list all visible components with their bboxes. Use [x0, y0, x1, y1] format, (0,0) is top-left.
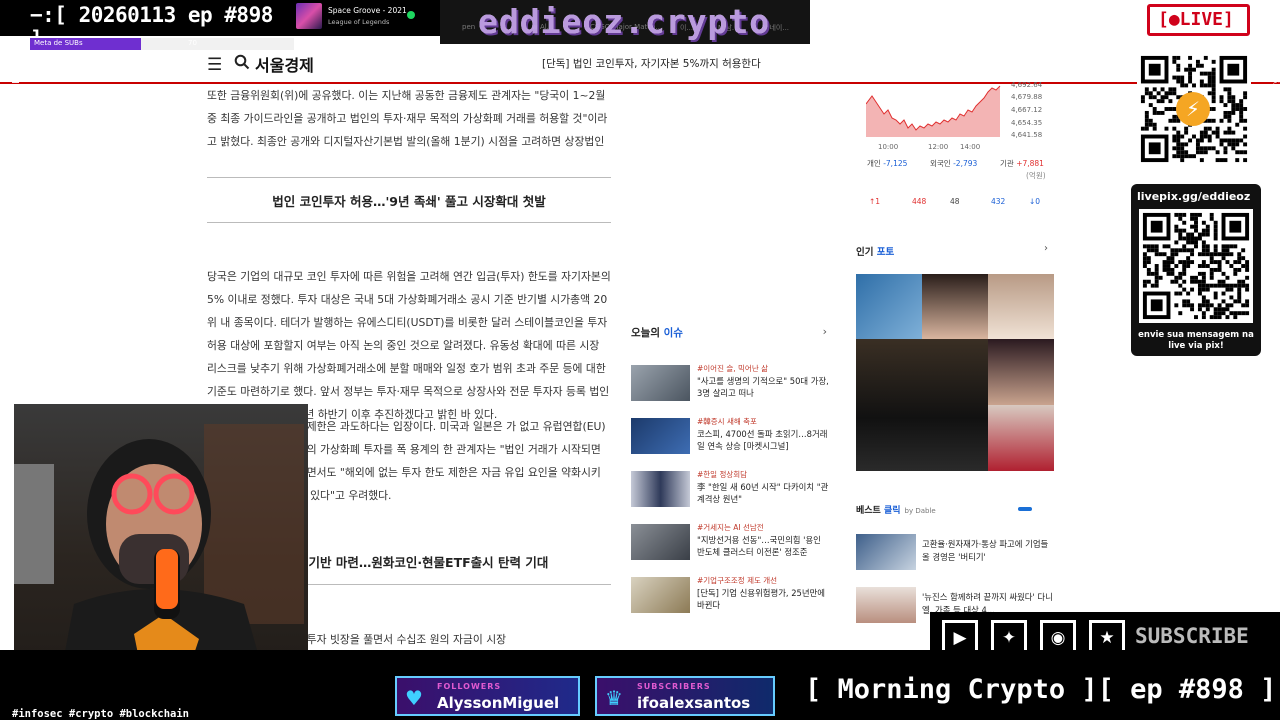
issue-tag: #韓증시 새해 축포: [697, 417, 757, 426]
unit-label: (억원): [1026, 171, 1046, 180]
issue-thumbnail: [631, 577, 690, 613]
y-tick-label: 4,667.12: [1011, 106, 1043, 114]
livepix-panel: livepix.gg/eddieoz envie sua mensagem na…: [1131, 184, 1261, 356]
issue-tag: #기업구조조정 제도 개선: [697, 576, 778, 585]
photo-thumbnail[interactable]: [856, 274, 922, 339]
issue-tag: #이어진 슬, 믹어난 삶: [697, 364, 769, 373]
playing-indicator-icon: [407, 11, 415, 19]
menu-icon[interactable]: ☰: [207, 55, 222, 75]
chevron-right-icon[interactable]: ›: [823, 325, 827, 338]
y-tick-label: 4,679.88: [1011, 93, 1043, 101]
sub-goal-label: Meta de SUBs: [34, 39, 83, 47]
qr-code: [1139, 209, 1253, 323]
right-sidebar: 4,692.64 4,679.88 4,667.12 4,654.35 4,64…: [846, 81, 1064, 650]
investor-institution: 기관 +7,881: [1000, 159, 1044, 168]
investor-individual: 개인 -7,125: [867, 159, 908, 168]
lightning-icon: ⚡: [1176, 92, 1210, 126]
chevron-right-icon[interactable]: ›: [1044, 243, 1048, 254]
site-logo[interactable]: 서울경제: [255, 52, 314, 76]
issue-item[interactable]: #韓증시 새해 축포 코스피, 4700선 돌파 초읽기…8거래일 연속 상승 …: [631, 416, 831, 466]
hashtags: #infosec #crypto #blockchain: [12, 708, 190, 720]
issue-tag: #거세지는 AI 선남전: [697, 523, 764, 532]
sub-goal-bar: Meta de SUBs 70: [30, 38, 294, 50]
divider: [207, 222, 611, 223]
y-tick-label: 4,641.58: [1011, 131, 1043, 139]
browser-tab[interactable]: pen: [462, 23, 475, 31]
livepix-url: livepix.gg/eddieoz: [1137, 190, 1251, 203]
song-artist: League of Legends: [328, 18, 390, 26]
photo-thumbnail[interactable]: [988, 274, 1054, 339]
index-chart: [866, 85, 1001, 137]
issue-text: 李 "한일 새 60년 시작" 다카이치 "관계격상 원년": [697, 482, 829, 504]
divider: [207, 177, 611, 178]
unchanged-count: 48: [950, 197, 960, 206]
photo-thumbnail[interactable]: '케데헌' 美 골든글로브 2관왕: [856, 339, 988, 516]
photo-thumbnail[interactable]: [988, 405, 1054, 471]
issue-item[interactable]: #이어진 슬, 믹어난 삶 "사고를 생명의 기적으로" 50대 가장, 3명 …: [631, 363, 831, 413]
best-thumbnail: [856, 587, 916, 623]
now-playing: Space Groove - 2021 League of Legends: [290, 0, 440, 36]
kospi-widget: 4,692.64 4,679.88 4,667.12 4,654.35 4,64…: [846, 81, 1064, 209]
episode-bar: −:[ 20260113 ep #898 ]: [0, 0, 290, 51]
issue-thumbnail: [631, 365, 690, 401]
upper-limit-count: ↑1: [869, 197, 881, 206]
x-tick-label: 12:00: [928, 143, 949, 151]
subscribe-label: SUBSCRIBE: [1135, 624, 1249, 648]
stream-brand-logo: eddieoz.crypto: [478, 2, 771, 41]
decline-count: 432: [991, 197, 1006, 206]
search-icon[interactable]: [234, 54, 250, 70]
todays-issues: 오늘의 이슈 › #이어진 슬, 믹어난 삶 "사고를 생명의 기적으로" 50…: [631, 325, 831, 613]
article-subhead: 법인 코인투자 허용…'9년 족쇄' 풀고 시장확대 첫발: [272, 194, 546, 209]
investor-foreign: 외국인 -2,793: [930, 159, 978, 168]
sub-goal-count: 70: [188, 39, 197, 47]
x-tick-label: 10:00: [878, 143, 899, 151]
article-paragraph: 또한 금융위원회(위)에 공유했다. 이는 지난해 공동한 금융제도 관계자는 …: [207, 89, 608, 148]
song-title: Space Groove - 2021: [328, 6, 407, 15]
issue-text: "사고를 생명의 기적으로" 50대 가장, 3명 살리고 떠나: [697, 376, 829, 398]
y-tick-label: 4,654.35: [1011, 119, 1043, 127]
issue-item[interactable]: #거세지는 AI 선남전 "지방선거용 선동"…국민의힘 '용인 반도체 클러스…: [631, 522, 831, 572]
issue-item[interactable]: #한일 정상회담 李 "한일 새 60년 시작" 다카이치 "관계격상 원년": [631, 469, 831, 519]
live-badge: [●LIVE]: [1147, 4, 1250, 36]
carousel-indicator[interactable]: [1018, 507, 1032, 511]
best-text: 고환율·원자재가·통상 파고에 기업들 올 경영은 '버티기': [922, 539, 1049, 562]
article-paragraph: 당국은 기업의 대규모 코인 투자에 따른 위험을 고려해 연간 입금(투자) …: [207, 270, 611, 421]
photo-grid[interactable]: '케데헌' 美 골든글로브 2관왕: [856, 274, 1054, 516]
issue-thumbnail: [631, 524, 690, 560]
album-art: [296, 3, 322, 29]
btc-address: 1HF4CUW5AaEY34bwrDKKQk2QZQCgeF9Kes4BtFu: [1270, 40, 1280, 252]
issues-title: 오늘의 이슈: [631, 327, 683, 339]
header-headline[interactable]: [단독] 법인 코인투자, 자기자본 5%까지 허용한다: [542, 56, 761, 71]
popular-photos-title: 인기 포토: [856, 247, 895, 258]
issue-text: "지방선거용 선동"…국민의힘 '용인 반도체 클러스터 이전론' 정조준: [697, 535, 821, 557]
issue-tag: #한일 정상회담: [697, 470, 748, 479]
best-thumbnail: [856, 534, 916, 570]
best-item[interactable]: 고환율·원자재가·통상 파고에 기업들 올 경영은 '버티기': [856, 534, 1056, 574]
best-click-title: 베스트 클릭 by Dable: [856, 506, 936, 516]
issue-thumbnail: [631, 418, 690, 454]
latest-subscriber: ♛ SUBSCRIBERS ifoalexsantos: [595, 676, 775, 716]
issue-text: 코스피, 4700선 돌파 초읽기…8거래일 연속 상승 [마켓시그널]: [697, 429, 828, 451]
heart-icon: ♥: [405, 686, 423, 710]
issue-thumbnail: [631, 471, 690, 507]
advance-count: 448: [912, 197, 927, 206]
lower-limit-count: ↓0: [1029, 197, 1041, 206]
trophy-icon: ♛: [605, 686, 623, 710]
latest-follower: ♥ FOLLOWERS AlyssonMiguel: [395, 676, 580, 716]
issue-item[interactable]: #기업구조조정 제도 개선 [단독] 기업 신용위험평가, 25년만에 바뀐다: [631, 575, 831, 625]
y-tick-label: 4,692.64: [1011, 81, 1043, 89]
issue-text: [단독] 기업 신용위험평가, 25년만에 바뀐다: [697, 588, 826, 610]
show-title: [ Morning Crypto ][ ep #898 ]: [805, 674, 1277, 705]
photo-thumbnail[interactable]: [922, 274, 988, 339]
x-tick-label: 14:00: [960, 143, 981, 151]
photo-thumbnail[interactable]: [988, 339, 1054, 405]
livepix-caption: envie sua mensagem na live via pix!: [1138, 330, 1254, 351]
